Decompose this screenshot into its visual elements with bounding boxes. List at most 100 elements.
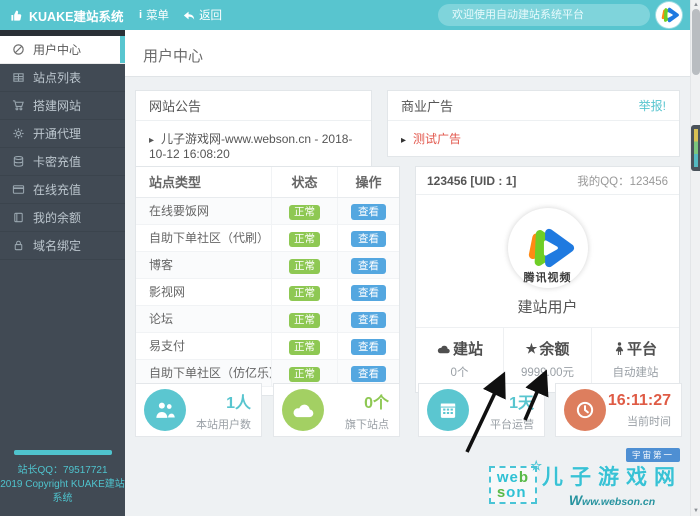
- copyright: 2019 Copyright KUAKE建站系统: [0, 479, 125, 504]
- caret-icon: ▸: [401, 135, 407, 146]
- search-input[interactable]: [438, 4, 650, 26]
- webson-logo: ☆ web son: [488, 458, 542, 504]
- cloud-icon: [437, 345, 450, 353]
- notice-text: 儿子游戏网-www.webson.cn - 2018-10-12 16:08:2…: [149, 132, 353, 161]
- lock-icon: [14, 240, 23, 251]
- status-badge: 正常: [289, 286, 320, 301]
- sidebar-item-online-recharge[interactable]: 在线充值: [0, 176, 125, 204]
- sidebar: 用户中心 站点列表 搭建网站 开通代理 卡密充值 在线充值 我的余额 域名绑定: [0, 30, 125, 516]
- stat-label: 余额: [539, 341, 570, 358]
- view-button[interactable]: 查看: [351, 231, 386, 247]
- reply-arrow-icon: [183, 11, 195, 20]
- table-row: 自助下单社区（代刷） 正常 查看: [136, 225, 399, 252]
- calendar-icon: [440, 403, 456, 418]
- card-sub-sites: 0个 旗下站点: [273, 383, 400, 437]
- sidebar-item-label: 在线充值: [33, 183, 82, 197]
- table-row: 在线要饭网 正常 查看: [136, 198, 399, 225]
- notice-item[interactable]: ▸ 儿子游戏网-www.webson.cn - 2018-10-12 16:08:…: [136, 121, 371, 170]
- sidebar-item-my-balance[interactable]: 我的余额: [0, 204, 125, 232]
- ad-text: 测试广告: [413, 132, 462, 146]
- site-type-cell: 影视网: [149, 285, 186, 299]
- report-link[interactable]: 举报!: [639, 97, 666, 114]
- card-label: 平台运营: [490, 418, 534, 431]
- wallet-icon: [14, 212, 23, 223]
- card-label: 本站用户数: [196, 418, 251, 431]
- sidebar-item-site-list[interactable]: 站点列表: [0, 64, 125, 92]
- site-type-cell: 博客: [149, 258, 174, 272]
- scrollbar-thumb[interactable]: [692, 9, 700, 75]
- site-watermark: ☆ web son 宇宙第一 儿子游戏网 Www.webson.cn: [488, 448, 682, 508]
- col-header-action: 操作: [337, 167, 399, 197]
- status-badge: 正常: [289, 367, 320, 382]
- col-header-site-type: 站点类型: [149, 175, 202, 190]
- floating-side-widget[interactable]: [691, 125, 700, 171]
- logo-letters: s: [496, 483, 507, 501]
- scroll-up-icon[interactable]: ▲: [691, 1, 700, 9]
- credit-card-icon: [12, 185, 25, 194]
- card-value: 0个: [364, 394, 389, 412]
- notice-panel: 网站公告 ▸ 儿子游戏网-www.webson.cn - 2018-10-12 1…: [135, 90, 372, 171]
- notice-panel-title: 网站公告: [149, 99, 202, 114]
- sidebar-item-label: 我的余额: [33, 211, 82, 225]
- avatar[interactable]: 腾讯视频: [507, 208, 588, 288]
- dashboard-icon: [13, 44, 24, 55]
- card-value: 16:11:27: [607, 391, 671, 409]
- watermark-badge: 宇宙第一: [625, 448, 680, 462]
- users-icon: [156, 402, 175, 418]
- scrollbar[interactable]: ▲ ▼: [690, 0, 700, 516]
- sidebar-footer-divider: [13, 450, 112, 455]
- view-button[interactable]: 查看: [351, 366, 386, 382]
- status-badge: 正常: [289, 313, 320, 328]
- card-value: 1天: [509, 394, 534, 412]
- logo-letters: on: [506, 483, 527, 501]
- menu-button[interactable]: i 菜单: [139, 7, 169, 23]
- card-value: 1人: [226, 394, 251, 412]
- view-button[interactable]: 查看: [351, 339, 386, 355]
- sidebar-item-user-center[interactable]: 用户中心: [0, 36, 125, 64]
- sidebar-item-label: 搭建网站: [33, 99, 82, 113]
- view-button[interactable]: 查看: [351, 312, 386, 328]
- table-icon: [13, 73, 24, 82]
- status-badge: 正常: [289, 232, 320, 247]
- view-button[interactable]: 查看: [351, 285, 386, 301]
- page-title-bar: 用户中心: [125, 30, 690, 77]
- tencent-video-icon: [661, 7, 679, 23]
- webmaster-qq: 站长QQ：79517721: [17, 465, 108, 476]
- stat-label: 建站: [452, 341, 483, 358]
- sidebar-item-card-recharge[interactable]: 卡密充值: [0, 148, 125, 176]
- back-button[interactable]: 返回: [183, 7, 222, 23]
- profile-header: 123456 [UID : 1] 我的QQ：123456: [416, 167, 679, 195]
- scroll-down-icon[interactable]: ▼: [691, 507, 700, 515]
- sidebar-item-label: 开通代理: [33, 127, 82, 141]
- sidebar-item-domain-binding[interactable]: 域名绑定: [0, 232, 125, 260]
- table-row: 易支付 正常 查看: [136, 333, 399, 360]
- gear-icon: [13, 128, 24, 139]
- view-button[interactable]: 查看: [351, 204, 386, 220]
- ad-item[interactable]: ▸ 测试广告: [388, 121, 679, 156]
- user-title: 建站用户: [517, 299, 578, 316]
- stat-value: 自动建站: [612, 367, 659, 379]
- topbar-logo[interactable]: [656, 2, 682, 28]
- sidebar-item-label: 用户中心: [33, 43, 82, 57]
- sidebar-item-build-site[interactable]: 搭建网站: [0, 92, 125, 120]
- sidebar-item-open-agent[interactable]: 开通代理: [0, 120, 125, 148]
- url-rest: ww.webson.cn: [582, 496, 656, 508]
- sidebar-item-label: 站点列表: [33, 71, 82, 85]
- site-type-cell: 易支付: [149, 339, 186, 353]
- sidebar-item-label: 域名绑定: [33, 239, 82, 253]
- view-button[interactable]: 查看: [351, 258, 386, 274]
- cloud-icon: [293, 404, 314, 418]
- table-row: 论坛 正常 查看: [136, 306, 399, 333]
- site-type-cell: 在线要饭网: [149, 204, 210, 218]
- cart-icon: [12, 100, 24, 111]
- widget-stripe: [694, 129, 698, 167]
- site-type-cell: 自助下单社区（代刷）: [149, 231, 270, 245]
- watermark-main: 宇宙第一 儿子游戏网 Www.webson.cn: [542, 448, 682, 508]
- stat-label: 平台: [626, 341, 657, 358]
- info-icon: i: [139, 9, 143, 21]
- uid-text: 123456 [UID : 1]: [427, 173, 517, 188]
- ad-panel-title: 商业广告: [401, 99, 454, 114]
- person-icon: [615, 341, 624, 355]
- brand[interactable]: KUAKE建站系统: [0, 6, 125, 25]
- sidebar-item-label: 卡密充值: [33, 155, 82, 169]
